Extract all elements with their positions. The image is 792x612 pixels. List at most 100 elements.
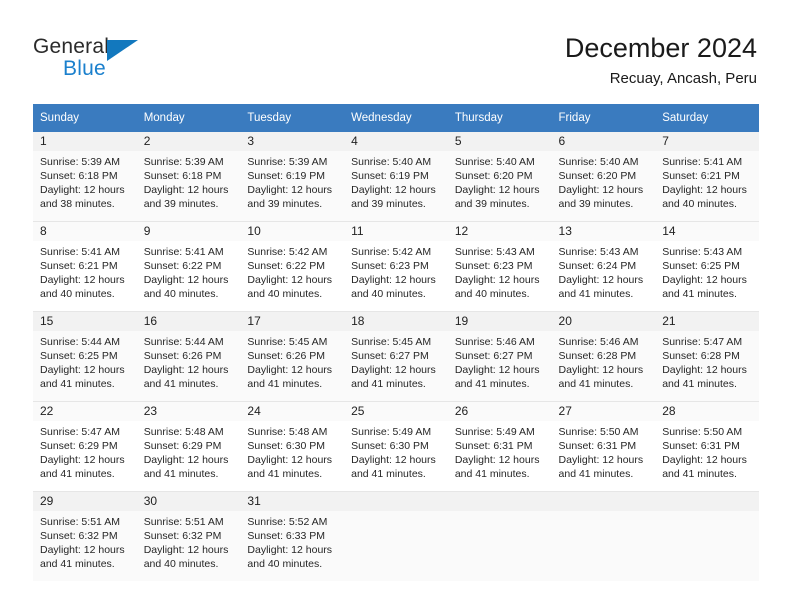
calendar-day-cell[interactable]: 12 Sunrise: 5:43 AM Sunset: 6:23 PM Dayligh… bbox=[447, 221, 552, 312]
daylight-duration-line2: and 41 minutes. bbox=[40, 558, 115, 570]
day-number: 17 bbox=[240, 312, 345, 331]
calendar-day-cell[interactable]: 15 Sunrise: 5:44 AM Sunset: 6:25 PM Dayligh… bbox=[33, 311, 137, 402]
calendar-day-cell[interactable]: 3 Sunrise: 5:39 AM Sunset: 6:19 PM Daylight… bbox=[240, 132, 345, 222]
calendar-day-cell[interactable]: 4 Sunrise: 5:40 AM Sunset: 6:19 PM Daylight… bbox=[344, 132, 448, 222]
calendar-day-cell[interactable]: 6 Sunrise: 5:40 AM Sunset: 6:20 PM Daylight… bbox=[551, 132, 656, 222]
general-blue-logo[interactable]: General Blue bbox=[33, 36, 163, 84]
sunrise-time: Sunrise: 5:51 AM bbox=[40, 516, 120, 528]
day-number: 26 bbox=[447, 402, 552, 421]
calendar-day-cell[interactable]: 25 Sunrise: 5:49 AM Sunset: 6:30 PM Dayligh… bbox=[344, 401, 448, 492]
daylight-duration-line2: and 41 minutes. bbox=[351, 468, 426, 480]
sunrise-time: Sunrise: 5:43 AM bbox=[662, 246, 743, 258]
daylight-duration-line2: and 41 minutes. bbox=[558, 378, 634, 390]
calendar-day-cell[interactable]: 14 Sunrise: 5:43 AM Sunset: 6:25 PM Dayligh… bbox=[655, 221, 759, 312]
sunset-time: Sunset: 6:26 PM bbox=[143, 350, 222, 362]
sunset-time: Sunset: 6:28 PM bbox=[558, 350, 637, 362]
calendar-day-cell[interactable]: 28 Sunrise: 5:50 AM Sunset: 6:31 PM Dayligh… bbox=[655, 401, 759, 492]
calendar-day-cell[interactable]: 22 Sunrise: 5:47 AM Sunset: 6:29 PM Dayligh… bbox=[33, 401, 137, 492]
day-details: Sunrise: 5:47 AM Sunset: 6:29 PM Daylight:… bbox=[33, 421, 137, 481]
sunrise-time: Sunrise: 5:44 AM bbox=[40, 336, 120, 348]
day-details: Sunrise: 5:39 AM Sunset: 6:18 PM Daylight:… bbox=[137, 151, 241, 211]
daylight-duration-line1: Daylight: 12 hours bbox=[454, 184, 540, 196]
day-number: 27 bbox=[551, 402, 656, 421]
calendar-day-cell[interactable]: 27 Sunrise: 5:50 AM Sunset: 6:31 PM Dayligh… bbox=[551, 401, 656, 492]
calendar-day-cell[interactable]: 20 Sunrise: 5:46 AM Sunset: 6:28 PM Dayligh… bbox=[551, 311, 656, 402]
weekday-header-saturday: Saturday bbox=[655, 104, 759, 132]
daylight-duration-line2: and 41 minutes. bbox=[247, 468, 323, 480]
daylight-duration-line1: Daylight: 12 hours bbox=[247, 184, 333, 196]
day-details: Sunrise: 5:48 AM Sunset: 6:29 PM Daylight:… bbox=[137, 421, 241, 481]
daylight-duration-line2: and 41 minutes. bbox=[454, 378, 530, 390]
sunset-time: Sunset: 6:24 PM bbox=[558, 260, 637, 272]
sunrise-time: Sunrise: 5:40 AM bbox=[454, 156, 535, 168]
daylight-duration-line2: and 39 minutes. bbox=[351, 198, 426, 210]
weekday-header-sunday: Sunday bbox=[33, 104, 137, 132]
day-number bbox=[447, 492, 552, 511]
day-details: Sunrise: 5:49 AM Sunset: 6:31 PM Daylight:… bbox=[448, 421, 552, 481]
calendar-week-row: 15 Sunrise: 5:44 AM Sunset: 6:25 PM Dayligh… bbox=[33, 311, 759, 402]
daylight-duration-line1: Daylight: 12 hours bbox=[454, 364, 540, 376]
daylight-duration-line2: and 39 minutes. bbox=[143, 198, 219, 210]
day-details: Sunrise: 5:51 AM Sunset: 6:32 PM Daylight:… bbox=[33, 511, 137, 571]
daylight-duration-line1: Daylight: 12 hours bbox=[558, 454, 644, 466]
daylight-duration-line2: and 41 minutes. bbox=[454, 468, 530, 480]
sunset-time: Sunset: 6:32 PM bbox=[143, 530, 222, 542]
calendar-day-cell[interactable]: 29 Sunrise: 5:51 AM Sunset: 6:32 PM Dayligh… bbox=[33, 491, 137, 581]
sunrise-time: Sunrise: 5:49 AM bbox=[454, 426, 535, 438]
weekday-header-monday: Monday bbox=[136, 104, 241, 132]
daylight-duration-line1: Daylight: 12 hours bbox=[558, 274, 644, 286]
calendar-day-cell[interactable]: 5 Sunrise: 5:40 AM Sunset: 6:20 PM Daylight… bbox=[447, 132, 552, 222]
calendar-day-cell[interactable]: 26 Sunrise: 5:49 AM Sunset: 6:31 PM Dayligh… bbox=[447, 401, 552, 492]
daylight-duration-line1: Daylight: 12 hours bbox=[40, 544, 125, 556]
sunset-time: Sunset: 6:31 PM bbox=[558, 440, 637, 452]
day-details bbox=[655, 511, 759, 515]
daylight-duration-line1: Daylight: 12 hours bbox=[40, 454, 125, 466]
calendar-day-cell[interactable]: 11 Sunrise: 5:42 AM Sunset: 6:23 PM Dayligh… bbox=[344, 221, 448, 312]
calendar-day-cell[interactable]: 1 Sunrise: 5:39 AM Sunset: 6:18 PM Daylight… bbox=[33, 132, 137, 222]
sunrise-time: Sunrise: 5:42 AM bbox=[351, 246, 432, 258]
sunrise-time: Sunrise: 5:41 AM bbox=[143, 246, 224, 258]
logo-triangle-icon bbox=[107, 40, 138, 61]
calendar-day-cell[interactable]: 21 Sunrise: 5:47 AM Sunset: 6:28 PM Dayligh… bbox=[655, 311, 759, 402]
day-number: 6 bbox=[551, 132, 656, 151]
day-number: 19 bbox=[447, 312, 552, 331]
calendar-day-cell[interactable]: 2 Sunrise: 5:39 AM Sunset: 6:18 PM Daylight… bbox=[136, 132, 241, 222]
calendar-day-cell[interactable]: 16 Sunrise: 5:44 AM Sunset: 6:26 PM Dayligh… bbox=[136, 311, 241, 402]
sunrise-time: Sunrise: 5:39 AM bbox=[143, 156, 224, 168]
calendar-day-cell[interactable]: 8 Sunrise: 5:41 AM Sunset: 6:21 PM Daylight… bbox=[33, 221, 137, 312]
sunrise-sunset-calendar: Sunday Monday Tuesday Wednesday Thursday… bbox=[33, 104, 759, 581]
calendar-day-cell[interactable]: 24 Sunrise: 5:48 AM Sunset: 6:30 PM Dayligh… bbox=[240, 401, 345, 492]
sunrise-time: Sunrise: 5:41 AM bbox=[662, 156, 743, 168]
daylight-duration-line2: and 40 minutes. bbox=[40, 288, 115, 300]
calendar-day-cell[interactable]: 31 Sunrise: 5:52 AM Sunset: 6:33 PM Dayligh… bbox=[240, 491, 345, 581]
calendar-day-cell[interactable]: 13 Sunrise: 5:43 AM Sunset: 6:24 PM Dayligh… bbox=[551, 221, 656, 312]
sunset-time: Sunset: 6:25 PM bbox=[40, 350, 118, 362]
calendar-day-cell[interactable]: 9 Sunrise: 5:41 AM Sunset: 6:22 PM Daylight… bbox=[136, 221, 241, 312]
calendar-day-cell[interactable]: 23 Sunrise: 5:48 AM Sunset: 6:29 PM Dayligh… bbox=[136, 401, 241, 492]
calendar-day-cell[interactable]: 7 Sunrise: 5:41 AM Sunset: 6:21 PM Daylight… bbox=[655, 132, 759, 222]
calendar-day-cell-empty bbox=[344, 491, 448, 581]
daylight-duration-line1: Daylight: 12 hours bbox=[351, 274, 436, 286]
calendar-day-cell[interactable]: 18 Sunrise: 5:45 AM Sunset: 6:27 PM Dayligh… bbox=[344, 311, 448, 402]
calendar-day-cell[interactable]: 17 Sunrise: 5:45 AM Sunset: 6:26 PM Dayligh… bbox=[240, 311, 345, 402]
day-number: 21 bbox=[655, 312, 759, 331]
sunrise-time: Sunrise: 5:47 AM bbox=[40, 426, 120, 438]
calendar-day-cell[interactable]: 10 Sunrise: 5:42 AM Sunset: 6:22 PM Dayligh… bbox=[240, 221, 345, 312]
sunset-time: Sunset: 6:28 PM bbox=[662, 350, 740, 362]
sunset-time: Sunset: 6:29 PM bbox=[40, 440, 118, 452]
daylight-duration-line1: Daylight: 12 hours bbox=[662, 364, 747, 376]
day-number bbox=[551, 492, 656, 511]
sunset-time: Sunset: 6:33 PM bbox=[247, 530, 326, 542]
sunset-time: Sunset: 6:18 PM bbox=[143, 170, 222, 182]
daylight-duration-line1: Daylight: 12 hours bbox=[143, 274, 229, 286]
calendar-day-cell[interactable]: 19 Sunrise: 5:46 AM Sunset: 6:27 PM Dayligh… bbox=[447, 311, 552, 402]
day-number: 4 bbox=[344, 132, 448, 151]
calendar-day-cell[interactable]: 30 Sunrise: 5:51 AM Sunset: 6:32 PM Dayligh… bbox=[136, 491, 241, 581]
day-number: 9 bbox=[136, 222, 241, 241]
sunset-time: Sunset: 6:19 PM bbox=[351, 170, 429, 182]
sunrise-time: Sunrise: 5:39 AM bbox=[247, 156, 328, 168]
day-details: Sunrise: 5:48 AM Sunset: 6:30 PM Daylight:… bbox=[240, 421, 344, 481]
daylight-duration-line2: and 41 minutes. bbox=[247, 378, 323, 390]
sunrise-time: Sunrise: 5:47 AM bbox=[662, 336, 743, 348]
day-number: 25 bbox=[344, 402, 448, 421]
